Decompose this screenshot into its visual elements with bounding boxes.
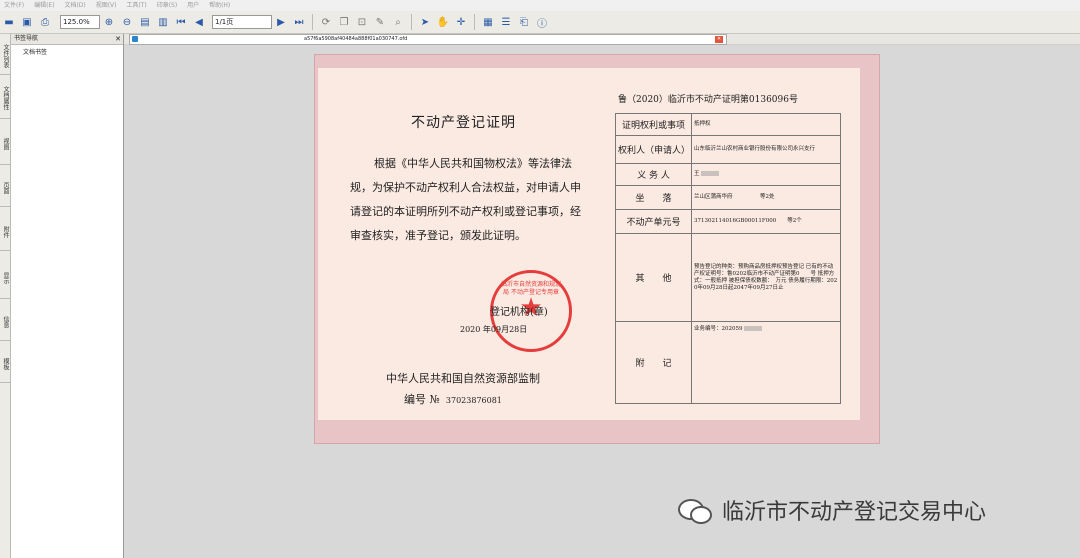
wechat-icon: [678, 497, 712, 524]
row-key: 义 务 人: [615, 163, 692, 186]
vtab-page[interactable]: 页面: [0, 170, 10, 207]
row-key: 权利人（申请人）: [615, 135, 692, 164]
select-cursor-icon[interactable]: ➤: [418, 15, 432, 29]
page-select[interactable]: 1/1页: [212, 15, 272, 29]
zoom-in-icon[interactable]: ⊕: [102, 15, 116, 29]
rotate-icon[interactable]: ⟳: [319, 15, 333, 29]
rights-table: 证明权利或事项 抵押权 权利人（申请人） 山东临沂兰山农村商业银行股份有限公司永…: [615, 113, 841, 404]
first-page-icon[interactable]: ⏮: [174, 15, 188, 29]
bookmark-panel-title: 书签导航: [14, 35, 39, 42]
last-page-icon[interactable]: ⏭: [292, 15, 306, 29]
certificate-title: 不动产登记证明: [411, 115, 516, 131]
menu-tools[interactable]: 工具(T): [126, 0, 146, 11]
save-icon[interactable]: ▣: [20, 15, 34, 29]
bookmark-panel-header: 书签导航 ✕: [11, 34, 123, 45]
vtab-view[interactable]: 视图: [0, 124, 10, 165]
vtab-display[interactable]: 显示: [0, 258, 10, 299]
next-page-icon[interactable]: ▶: [274, 15, 288, 29]
toolbar: ▬ ▣ ⎙ 125.0% ⊕ ⊖ ▤ ▥ ⏮ ◀ 1/1页 ▶ ⏭ ⟳ ❐ ⊡ …: [0, 11, 1080, 34]
print-icon[interactable]: ⎙: [38, 15, 52, 29]
row-value: 山东临沂兰山农村商业银行股份有限公司永兴支行: [691, 135, 841, 164]
row-value: 业务编号：202059: [691, 321, 841, 404]
fit-width-icon[interactable]: ▥: [156, 15, 170, 29]
redaction: [701, 171, 720, 176]
document-tab-filename: a57f6a5908af40484a888f01a030747.ofd: [304, 36, 408, 42]
crosshair-icon[interactable]: ✛: [454, 15, 468, 29]
menu-bar: 文件(F) 编辑(E) 文档(D) 视图(V) 工具(T) 印章(S) 用户 帮…: [0, 0, 1080, 11]
toolbar-separator: [474, 14, 475, 30]
menu-user[interactable]: 用户: [187, 0, 199, 11]
row-value-text: 王: [694, 171, 700, 177]
hand-icon[interactable]: ✋: [436, 15, 450, 29]
vtab-attachment[interactable]: 附件: [0, 214, 10, 251]
row-value: 王: [691, 163, 841, 186]
row-key: 不动产单元号: [615, 209, 692, 234]
row-value-text: 业务编号：202059: [694, 326, 743, 332]
watermark: 临沂市不动产登记交易中心: [678, 494, 986, 526]
bookmark-item[interactable]: 文档书签: [11, 47, 123, 56]
copy-icon[interactable]: ❐: [337, 15, 351, 29]
vertical-tab-strip: 文件列表 文档属性 视图 页面 附件 显示 信息 模板: [0, 34, 11, 558]
row-value: 抵押权: [691, 113, 841, 136]
stamp-icon[interactable]: ⊡: [355, 15, 369, 29]
vtab-template[interactable]: 模板: [0, 346, 10, 383]
zoom-select[interactable]: 125.0%: [60, 15, 100, 29]
ministry-label: 中华人民共和国自然资源部监制: [386, 372, 540, 385]
row-value: 371302114016GB00011F000 等2个: [691, 209, 841, 234]
row-key: 附 记: [615, 321, 692, 404]
close-icon[interactable]: ✕: [115, 34, 121, 44]
serial-label: 编号 №: [404, 393, 440, 406]
bookmark-panel: 书签导航 ✕ 文档书签: [11, 34, 124, 558]
table-row: 不动产单元号 371302114016GB00011F000 等2个: [615, 209, 841, 234]
row-value: 预告登记的种类：预购商品房抵押权预告登记 已有的不动产权证明号：鲁0202临沂市…: [691, 233, 841, 322]
row-key: 证明权利或事项: [615, 113, 692, 136]
document-tab[interactable]: a57f6a5908af40484a888f01a030747.ofd ✕: [129, 34, 727, 45]
vtab-document-properties[interactable]: 文档属性: [0, 78, 10, 119]
table-row: 坐 落 兰山区蒲商华府 等2处: [615, 185, 841, 210]
prev-page-icon[interactable]: ◀: [192, 15, 206, 29]
table-row: 证明权利或事项 抵押权: [615, 113, 841, 136]
document-icon: [132, 36, 138, 42]
document-tab-bar: a57f6a5908af40484a888f01a030747.ofd ✕: [124, 34, 1080, 45]
menu-seal[interactable]: 印章(S): [157, 0, 178, 11]
row-value: 兰山区蒲商华府 等2处: [691, 185, 841, 210]
certificate-body: 根据《中华人民共和国物权法》等法律法规，为保护不动产权利人合法权益，对申请人申请…: [350, 157, 581, 242]
watermark-text: 临沂市不动产登记交易中心: [722, 500, 987, 525]
table-row: 其 他 预告登记的种类：预购商品房抵押权预告登记 已有的不动产权证明号：鲁020…: [615, 233, 841, 322]
toolbar-separator: [411, 14, 412, 30]
menu-document[interactable]: 文档(D): [64, 0, 85, 11]
fit-page-icon[interactable]: ▤: [138, 15, 152, 29]
serial-row: 编号 № 37023876081: [404, 391, 502, 407]
vtab-file-list[interactable]: 文件列表: [0, 38, 10, 75]
list-icon[interactable]: ☰: [499, 15, 513, 29]
redaction: [744, 326, 763, 331]
row-key: 其 他: [615, 233, 692, 322]
seal-label: 登记机构(章): [490, 307, 548, 318]
signature-icon[interactable]: ✎: [373, 15, 387, 29]
zoom-out-icon[interactable]: ⊖: [120, 15, 134, 29]
serial-number: 37023876081: [445, 396, 502, 405]
seal-date: 2020 年09月28日: [460, 325, 528, 334]
properties-icon[interactable]: ▦: [481, 15, 495, 29]
row-key: 坐 落: [615, 185, 692, 210]
menu-edit[interactable]: 编辑(E): [34, 0, 54, 11]
table-row: 附 记 业务编号：202059: [615, 321, 841, 404]
export-icon[interactable]: ⎗: [517, 15, 531, 29]
certificate-number: 鲁（2020）临沂市不动产证明第0136096号: [618, 95, 798, 105]
vtab-info[interactable]: 信息: [0, 304, 10, 341]
info-icon[interactable]: ⓘ: [535, 15, 549, 30]
menu-help[interactable]: 帮助(H): [209, 0, 230, 11]
search-icon[interactable]: ⌕: [391, 15, 405, 29]
menu-file[interactable]: 文件(F): [4, 0, 24, 11]
open-icon[interactable]: ▬: [2, 15, 16, 29]
close-tab-icon[interactable]: ✕: [715, 36, 723, 43]
toolbar-separator: [312, 14, 313, 30]
menu-view[interactable]: 视图(V): [96, 0, 117, 11]
table-row: 义 务 人 王: [615, 163, 841, 186]
table-row: 权利人（申请人） 山东临沂兰山农村商业银行股份有限公司永兴支行: [615, 135, 841, 164]
